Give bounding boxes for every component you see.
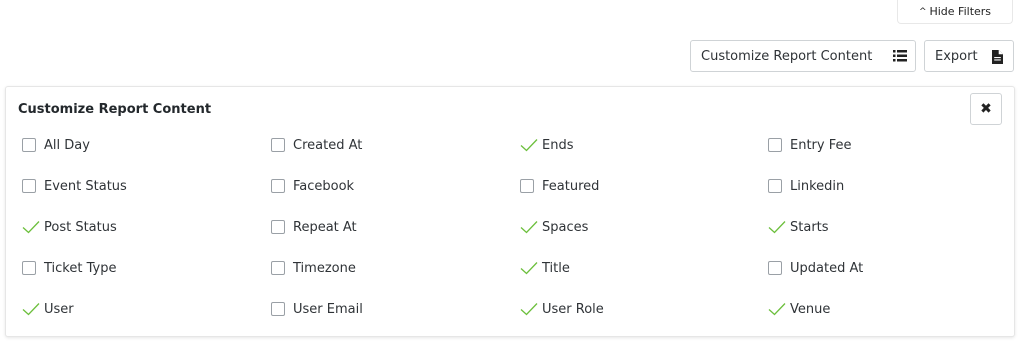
checkbox[interactable] — [22, 179, 36, 193]
export-button[interactable]: Export — [924, 40, 1014, 72]
option-item[interactable]: Updated At — [768, 258, 863, 278]
panel-title: Customize Report Content — [18, 102, 212, 117]
close-icon: ✖ — [980, 101, 992, 117]
option-label: Venue — [790, 301, 831, 317]
option-label: Timezone — [293, 260, 356, 276]
option-item[interactable]: User Role — [520, 299, 604, 319]
option-item[interactable]: Ticket Type — [22, 258, 116, 278]
customize-report-label: Customize Report Content — [701, 48, 873, 64]
checkbox[interactable] — [768, 261, 782, 275]
checkbox[interactable] — [271, 302, 285, 316]
option-item[interactable]: Title — [520, 258, 570, 278]
option-label: User Email — [293, 301, 363, 317]
export-label: Export — [935, 48, 978, 64]
option-item[interactable]: All Day — [22, 135, 90, 155]
option-item[interactable]: Linkedin — [768, 176, 844, 196]
customize-report-button[interactable]: Customize Report Content — [690, 40, 916, 72]
checkbox[interactable] — [271, 220, 285, 234]
option-item[interactable]: Spaces — [520, 217, 588, 237]
option-label: Event Status — [44, 178, 127, 194]
option-label: Facebook — [293, 178, 355, 194]
checkbox[interactable] — [271, 179, 285, 193]
checkmark-icon — [22, 221, 40, 234]
option-label: User — [44, 301, 74, 317]
checkmark-icon — [768, 303, 786, 316]
list-icon — [893, 50, 907, 66]
option-label: User Role — [542, 301, 604, 317]
checkmark-icon — [520, 262, 538, 275]
option-item[interactable]: Created At — [271, 135, 362, 155]
option-item[interactable]: Event Status — [22, 176, 127, 196]
option-item[interactable]: Entry Fee — [768, 135, 851, 155]
option-item[interactable]: Featured — [520, 176, 599, 196]
option-label: All Day — [44, 137, 90, 153]
option-item[interactable]: Facebook — [271, 176, 354, 196]
option-label: Ticket Type — [44, 260, 117, 276]
checkbox[interactable] — [768, 179, 782, 193]
option-item[interactable]: Post Status — [22, 217, 117, 237]
close-panel-button[interactable]: ✖ — [970, 93, 1002, 125]
checkmark-icon — [520, 303, 538, 316]
option-label: Spaces — [542, 219, 589, 235]
option-item[interactable]: Venue — [768, 299, 830, 319]
option-label: Ends — [542, 137, 574, 153]
checkmark-icon — [520, 139, 538, 152]
checkbox[interactable] — [520, 179, 534, 193]
option-label: Title — [542, 260, 570, 276]
checkmark-icon — [520, 221, 538, 234]
option-label: Repeat At — [293, 219, 357, 235]
option-label: Linkedin — [790, 178, 845, 194]
checkbox[interactable] — [22, 138, 36, 152]
option-item[interactable]: Timezone — [271, 258, 356, 278]
option-label: Featured — [542, 178, 600, 194]
caret-up-icon: ^ — [918, 6, 927, 17]
hide-filters-button[interactable]: ^ Hide Filters — [897, 0, 1013, 24]
option-item[interactable]: Starts — [768, 217, 829, 237]
option-item[interactable]: Ends — [520, 135, 573, 155]
option-label: Created At — [293, 137, 363, 153]
option-label: Entry Fee — [790, 137, 852, 153]
customize-report-panel: Customize Report Content ✖ All Day Create… — [5, 86, 1015, 337]
option-item[interactable]: User Email — [271, 299, 363, 319]
option-label: Updated At — [790, 260, 864, 276]
hide-filters-label: Hide Filters — [929, 5, 992, 18]
checkbox[interactable] — [22, 261, 36, 275]
checkbox[interactable] — [768, 138, 782, 152]
checkmark-icon — [768, 221, 786, 234]
option-label: Post Status — [44, 219, 117, 235]
option-item[interactable]: Repeat At — [271, 217, 357, 237]
checkmark-icon — [22, 303, 40, 316]
checkbox[interactable] — [271, 138, 285, 152]
option-label: Starts — [790, 219, 829, 235]
option-item[interactable]: User — [22, 299, 74, 319]
checkbox[interactable] — [271, 261, 285, 275]
file-icon — [992, 50, 1003, 68]
